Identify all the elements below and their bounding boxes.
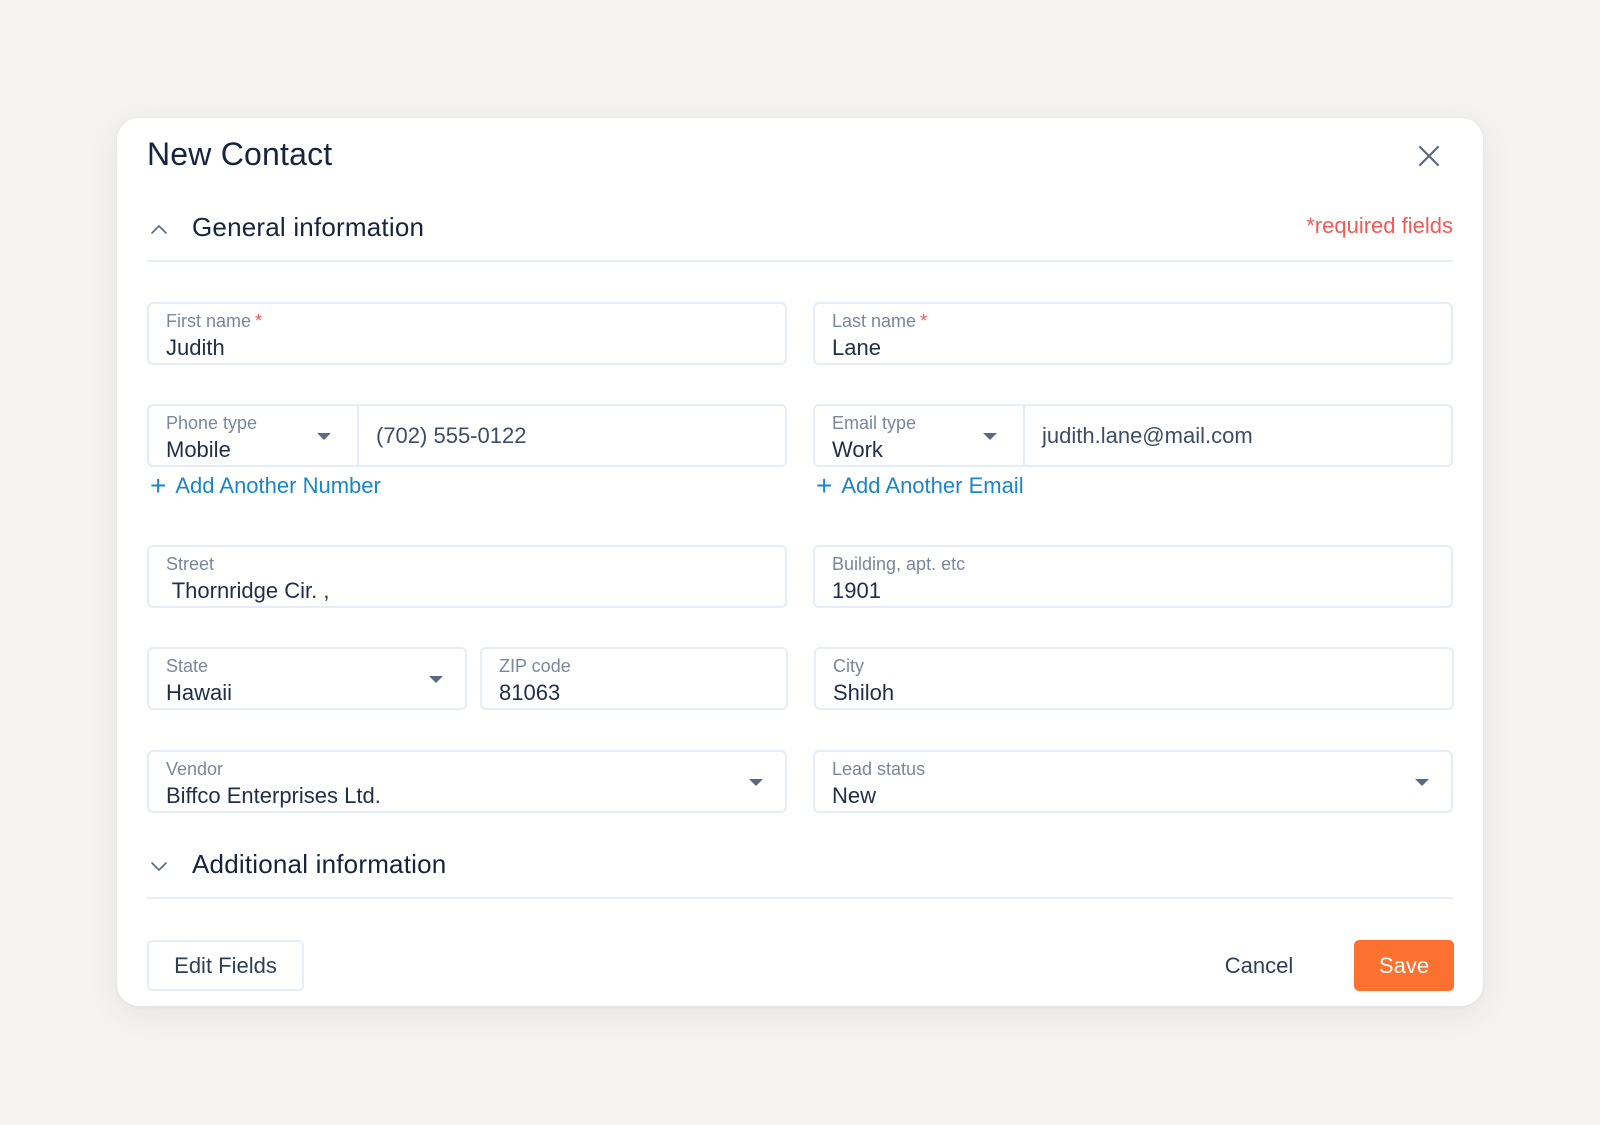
lead-status-label: Lead status xyxy=(832,759,926,779)
building-value[interactable]: 1901 xyxy=(832,578,881,604)
required-fields-note: *required fields xyxy=(1306,213,1453,238)
email-input[interactable]: judith.lane@mail.com xyxy=(1025,406,1451,465)
state-select[interactable]: State Hawaii xyxy=(147,647,467,710)
plus-icon: + xyxy=(150,470,167,501)
vendor-value: Biffco Enterprises Ltd. xyxy=(166,783,381,808)
phone-number-value: (702) 555-0122 xyxy=(376,423,527,448)
phone-number-input[interactable]: (702) 555-0122 xyxy=(359,406,785,465)
first-name-field[interactable]: First name * Judith xyxy=(147,302,787,365)
zip-code-field[interactable]: ZIP code 81063 xyxy=(480,647,788,710)
last-name-value[interactable]: Lane xyxy=(832,335,881,361)
caret-down-icon xyxy=(429,676,443,683)
additional-section-toggle[interactable] xyxy=(149,859,169,873)
caret-down-icon xyxy=(983,433,997,440)
first-name-value[interactable]: Judith xyxy=(166,335,225,361)
last-name-label: Last name * xyxy=(832,311,928,331)
additional-information-header[interactable]: Additional information xyxy=(147,849,1453,899)
lead-status-value: New xyxy=(832,783,877,808)
chevron-up-icon xyxy=(151,224,167,234)
email-type-value: Work xyxy=(832,437,883,462)
caret-down-icon xyxy=(1415,779,1429,786)
add-another-number-label: Add Another Number xyxy=(175,473,381,498)
email-type-select[interactable]: Email type Work xyxy=(815,406,1023,465)
dialog-title: New Contact xyxy=(147,136,333,172)
phone-field-group: Phone type Mobile (702) 555-0122 xyxy=(147,404,787,467)
caret-down-icon xyxy=(749,779,763,786)
general-information-header: General information *required fields xyxy=(147,212,1453,262)
email-field-group: Email type Work judith.lane@mail.com xyxy=(813,404,1453,467)
city-field[interactable]: City Shiloh xyxy=(814,647,1454,710)
email-type-label: Email type xyxy=(832,413,917,433)
last-name-field[interactable]: Last name * Lane xyxy=(813,302,1453,365)
close-icon xyxy=(1418,145,1440,167)
new-contact-dialog: New Contact General information *require… xyxy=(117,118,1483,1006)
city-value[interactable]: Shiloh xyxy=(833,680,894,706)
building-field[interactable]: Building, apt. etc 1901 xyxy=(813,545,1453,608)
phone-type-value: Mobile xyxy=(166,437,231,462)
cancel-button[interactable]: Cancel xyxy=(1219,940,1299,991)
city-label: City xyxy=(833,656,864,676)
close-button[interactable] xyxy=(1417,144,1441,168)
street-label: Street xyxy=(166,554,215,574)
first-name-label: First name * xyxy=(166,311,263,331)
additional-section-title: Additional information xyxy=(192,849,447,879)
plus-icon: + xyxy=(816,470,833,501)
street-value[interactable]: Thornridge Cir. , xyxy=(166,578,330,604)
vendor-label: Vendor xyxy=(166,759,224,779)
chevron-down-icon xyxy=(151,862,167,872)
phone-type-label: Phone type xyxy=(166,413,258,433)
state-value: Hawaii xyxy=(166,680,233,705)
zip-code-label: ZIP code xyxy=(499,656,571,676)
required-asterisk: * xyxy=(255,311,263,331)
edit-fields-button[interactable]: Edit Fields xyxy=(147,940,304,991)
email-value: judith.lane@mail.com xyxy=(1042,423,1253,448)
add-another-email-link[interactable]: + Add Another Email xyxy=(816,472,1024,500)
state-label: State xyxy=(166,656,209,676)
required-asterisk: * xyxy=(920,311,928,331)
lead-status-select[interactable]: Lead status New xyxy=(813,750,1453,813)
add-another-email-label: Add Another Email xyxy=(841,473,1024,498)
add-another-number-link[interactable]: + Add Another Number xyxy=(150,472,381,500)
save-button[interactable]: Save xyxy=(1354,940,1454,991)
building-label: Building, apt. etc xyxy=(832,554,966,574)
general-section-toggle[interactable] xyxy=(149,222,169,236)
vendor-select[interactable]: Vendor Biffco Enterprises Ltd. xyxy=(147,750,787,813)
caret-down-icon xyxy=(317,433,331,440)
street-field[interactable]: Street Thornridge Cir. , xyxy=(147,545,787,608)
phone-type-select[interactable]: Phone type Mobile xyxy=(149,406,357,465)
general-section-title: General information xyxy=(192,212,425,242)
zip-code-value[interactable]: 81063 xyxy=(499,680,560,706)
